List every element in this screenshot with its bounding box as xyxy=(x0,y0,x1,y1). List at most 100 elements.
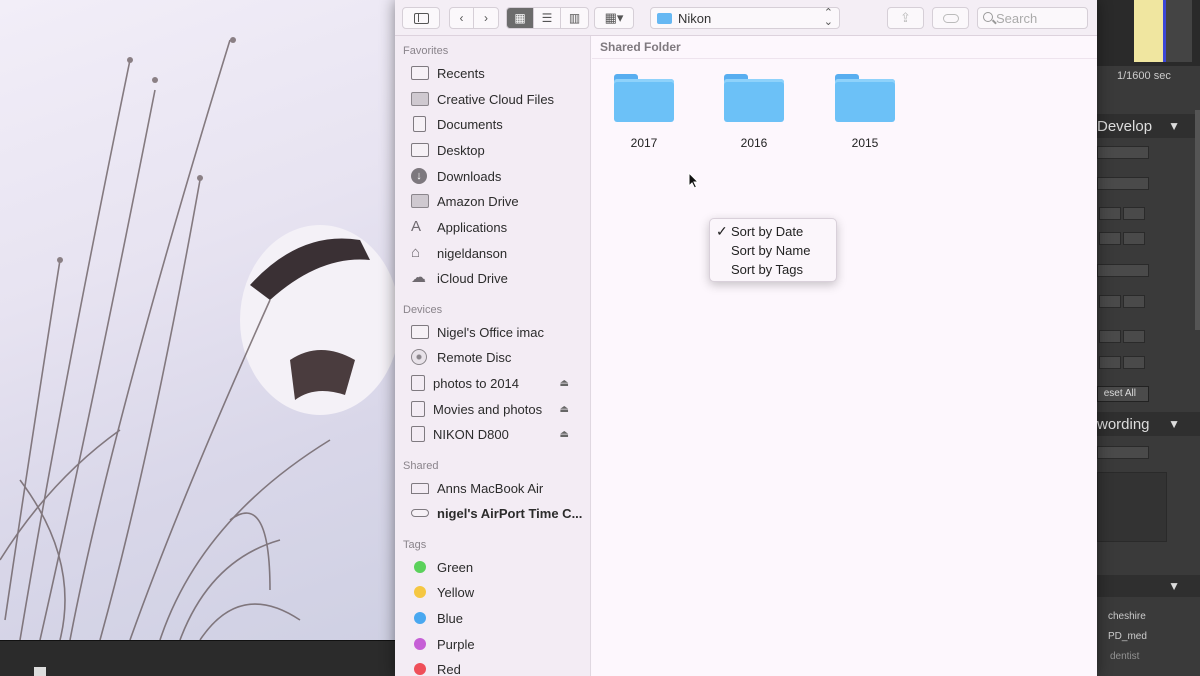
sidebar-item-applications[interactable]: A Applications xyxy=(411,216,583,238)
reset-all-button[interactable]: eset All xyxy=(1097,386,1149,402)
sidebar-item-movies-and-photos[interactable]: Movies and photos ⏏ xyxy=(411,398,583,420)
grass-photo-illustration xyxy=(0,37,396,640)
keyword-set-dropdown[interactable] xyxy=(1097,446,1149,459)
sidebar-item-recents[interactable]: Recents xyxy=(411,62,583,84)
icon-view-button[interactable]: ▦ xyxy=(507,8,534,28)
drive-icon xyxy=(411,401,425,417)
sidebar-item-tag-red[interactable]: Red xyxy=(411,658,583,676)
desktop-icon xyxy=(411,143,429,157)
keyword-item[interactable]: dentist xyxy=(1110,651,1139,662)
menu-item-sort-by-date[interactable]: ✓ Sort by Date xyxy=(710,222,836,241)
eject-icon[interactable]: ⏏ xyxy=(560,429,569,440)
column-view-button[interactable]: ▥ xyxy=(561,8,588,28)
adjust-button[interactable] xyxy=(1099,232,1121,245)
updown-arrows-icon: ⌃ ⌄ xyxy=(823,7,833,28)
imac-icon xyxy=(411,325,429,339)
keyword-tags-field[interactable] xyxy=(1097,472,1167,542)
path-popup[interactable]: Nikon ⌃ ⌄ xyxy=(650,7,840,29)
keyword-item[interactable]: cheshire xyxy=(1108,611,1146,622)
folder-icon xyxy=(411,92,429,106)
sidebar-toggle-button[interactable] xyxy=(402,7,440,29)
sidebar-item-office-imac[interactable]: Nigel's Office imac xyxy=(411,321,583,343)
keywording-label: wording xyxy=(1097,415,1150,433)
eject-icon[interactable]: ⏏ xyxy=(560,378,569,389)
menu-item-sort-by-tags[interactable]: Sort by Tags xyxy=(710,260,836,279)
back-button[interactable]: ‹ xyxy=(450,8,474,28)
tag-button[interactable] xyxy=(932,7,969,29)
search-field[interactable]: Search xyxy=(977,7,1088,29)
preset-dropdown[interactable] xyxy=(1097,146,1149,159)
adjust-button[interactable] xyxy=(1099,295,1121,308)
yellow-tag-icon xyxy=(414,586,426,598)
adjust-button[interactable] xyxy=(1099,207,1121,220)
menu-item-sort-by-name[interactable]: Sort by Name xyxy=(710,241,836,260)
finder-window: ‹ › ▦ ☰ ▥ ▦▾ Nikon ⌃ ⌄ ⇪ Search Favorites… xyxy=(395,0,1097,676)
collapse-triangle-icon[interactable]: ▼ xyxy=(1168,579,1180,593)
sidebar-item-tag-purple[interactable]: Purple xyxy=(411,633,583,655)
develop-section-header[interactable]: Develop ▼ xyxy=(1097,114,1200,138)
sidebar-item-airport[interactable]: nigel's AirPort Time C... xyxy=(411,502,583,524)
drive-icon xyxy=(411,375,425,391)
adjust-button[interactable] xyxy=(1123,232,1145,245)
folder-content-area[interactable]: Shared Folder 2017 2016 2015 xyxy=(592,36,1097,676)
chevron-left-icon: ‹ xyxy=(459,11,464,25)
list-view-button[interactable]: ☰ xyxy=(534,8,561,28)
sidebar-item-nikon-d800[interactable]: NIKON D800 ⏏ xyxy=(411,423,583,445)
sidebar-item-icloud[interactable]: ☁ iCloud Drive xyxy=(411,267,583,289)
panel-scrollbar[interactable] xyxy=(1195,110,1200,330)
tags-header: Tags xyxy=(403,539,427,551)
forward-button[interactable]: › xyxy=(474,8,498,28)
sidebar-item-creative-cloud[interactable]: Creative Cloud Files xyxy=(411,88,583,110)
adjust-button[interactable] xyxy=(1123,207,1145,220)
adjust-button[interactable] xyxy=(1099,356,1121,369)
keywording-section-header[interactable]: wording ▼ xyxy=(1097,412,1200,436)
sidebar-item-documents[interactable]: Documents xyxy=(411,113,583,135)
sidebar-item-amazon-drive[interactable]: Amazon Drive xyxy=(411,190,583,212)
chevron-right-icon: › xyxy=(484,11,488,25)
preset-dropdown[interactable] xyxy=(1097,264,1149,277)
blue-tag-icon xyxy=(414,612,426,624)
purple-tag-icon xyxy=(414,638,426,650)
drive-icon xyxy=(411,426,425,442)
sidebar-item-tag-blue[interactable]: Blue xyxy=(411,607,583,629)
devices-header: Devices xyxy=(403,304,443,316)
develop-label: Develop xyxy=(1097,117,1153,135)
folder-icon xyxy=(835,74,895,122)
green-tag-icon xyxy=(414,561,426,573)
folder-icon xyxy=(614,74,674,122)
folder-icon xyxy=(724,74,784,122)
back-forward-control: ‹ › xyxy=(449,7,499,29)
path-label: Nikon xyxy=(678,10,712,26)
sidebar-item-downloads[interactable]: ↓ Downloads xyxy=(411,165,583,187)
recents-icon xyxy=(411,66,429,80)
arrange-button[interactable]: ▦▾ xyxy=(594,7,634,29)
eject-icon[interactable]: ⏏ xyxy=(560,404,569,415)
keyword-list-header[interactable]: ▼ xyxy=(1097,575,1200,597)
sidebar-icon xyxy=(413,12,429,24)
sidebar-item-anns-macbook[interactable]: Anns MacBook Air xyxy=(411,477,583,499)
sidebar-item-remote-disc[interactable]: Remote Disc xyxy=(411,346,583,368)
thumbnail-icon[interactable] xyxy=(34,667,46,676)
adjust-button[interactable] xyxy=(1123,356,1145,369)
folder-label: 2017 xyxy=(630,136,658,150)
sidebar-item-photos-to-2014[interactable]: photos to 2014 ⏏ xyxy=(411,372,583,394)
preset-dropdown[interactable] xyxy=(1097,177,1149,190)
adjust-button[interactable] xyxy=(1099,330,1121,343)
sidebar-item-home[interactable]: ⌂ nigeldanson xyxy=(411,242,583,264)
share-button[interactable]: ⇪ xyxy=(887,7,924,29)
sidebar-item-tag-green[interactable]: Green xyxy=(411,556,583,578)
collapse-triangle-icon[interactable]: ▼ xyxy=(1168,119,1180,133)
content-header: Shared Folder xyxy=(592,36,1097,59)
collapse-triangle-icon[interactable]: ▼ xyxy=(1168,417,1180,431)
adjust-button[interactable] xyxy=(1123,295,1145,308)
adjust-button[interactable] xyxy=(1123,330,1145,343)
folder-item[interactable]: 2017 xyxy=(604,74,684,150)
sidebar-item-desktop[interactable]: Desktop xyxy=(411,139,583,161)
histogram xyxy=(1097,0,1200,66)
keyword-item[interactable]: PD_med xyxy=(1108,631,1147,642)
sidebar-item-tag-yellow[interactable]: Yellow xyxy=(411,581,583,603)
folder-item[interactable]: 2016 xyxy=(714,74,794,150)
folder-icon xyxy=(411,194,429,208)
folder-item[interactable]: 2015 xyxy=(825,74,905,150)
search-icon xyxy=(983,12,993,22)
